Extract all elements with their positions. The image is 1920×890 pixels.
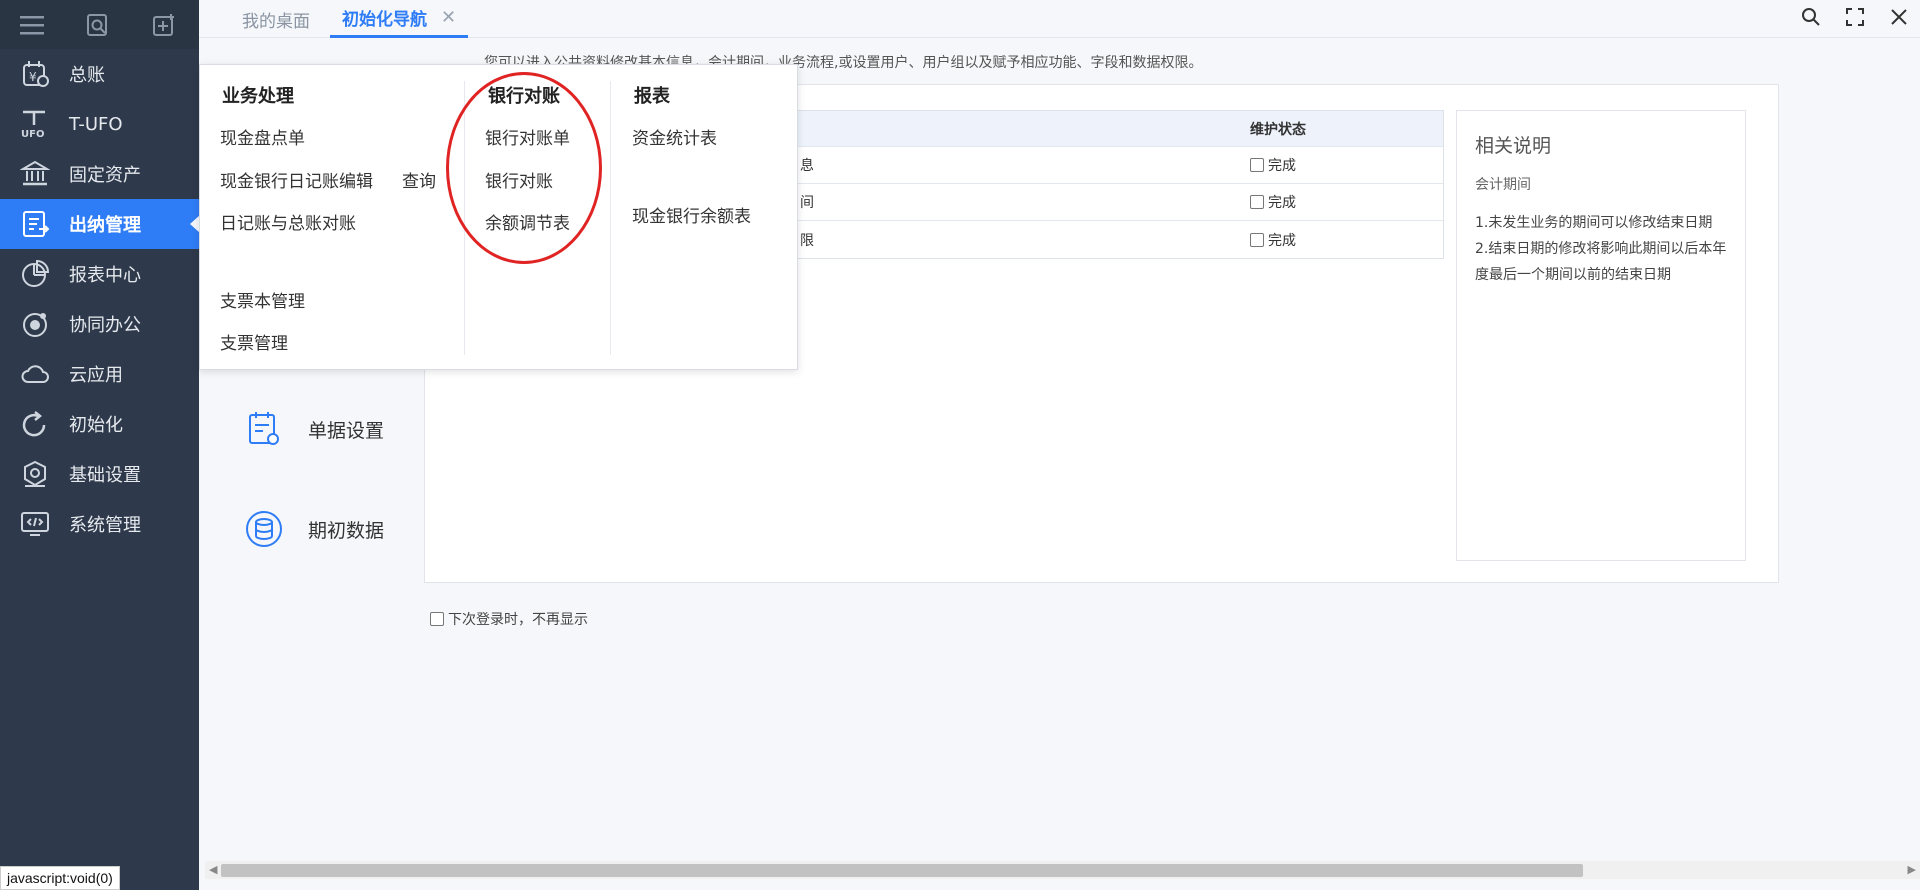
dont-show-label: 下次登录时，不再显示: [448, 612, 588, 628]
search-doc-icon[interactable]: [84, 11, 112, 39]
menu-item-checkbook[interactable]: 支票本管理: [220, 287, 305, 312]
sidebar-item-label: T-UFO: [69, 113, 123, 135]
done-checkbox[interactable]: [1250, 195, 1264, 209]
sidebar-item-general-ledger[interactable]: ¥ 总账: [0, 49, 199, 99]
menu-item-query[interactable]: 查询: [402, 167, 436, 192]
tab-label: 我的桌面: [242, 11, 310, 32]
notes-subtitle: 会计期间: [1475, 177, 1531, 193]
status-bar: javascript:void(0): [0, 866, 120, 890]
collab-icon: [17, 306, 53, 342]
svg-text:¥: ¥: [29, 70, 37, 84]
sidebar-item-collab-office[interactable]: 协同办公: [0, 299, 199, 349]
menu-icon[interactable]: [18, 11, 46, 39]
close-icon[interactable]: [1888, 6, 1910, 28]
dont-show-option[interactable]: 下次登录时，不再显示: [430, 609, 588, 629]
sidebar-item-label: 协同办公: [69, 315, 141, 336]
done-label: 完成: [1268, 195, 1296, 211]
menu-item-cash-bank-balance[interactable]: 现金银行余额表: [632, 202, 751, 227]
horizontal-scrollbar[interactable]: ◀ ▶: [205, 861, 1920, 879]
done-checkbox[interactable]: [1250, 158, 1264, 172]
notes-title: 相关说明: [1475, 135, 1552, 157]
sidebar-item-cloud-app[interactable]: 云应用: [0, 349, 199, 399]
header-state: 维护状态: [1250, 121, 1306, 138]
refresh-icon: [17, 406, 53, 442]
settings-icon: [17, 456, 53, 492]
state-cell: 完成: [1250, 230, 1443, 250]
sidebar: ¥ 总账 UFO T-UFO 固定资产 出纳管理 报表中心 协同办公 云应用 初…: [0, 0, 200, 890]
ledger-icon: ¥: [17, 56, 53, 92]
sidebar-item-system-management[interactable]: 系统管理: [0, 499, 199, 549]
card-label: 单据设置: [308, 419, 385, 442]
scrollbar-thumb[interactable]: [221, 864, 1583, 877]
menu-heading-report: 报表: [634, 86, 670, 107]
sidebar-item-label: 系统管理: [69, 515, 141, 536]
sidebar-item-basic-settings[interactable]: 基础设置: [0, 449, 199, 499]
sidebar-item-report-center[interactable]: 报表中心: [0, 249, 199, 299]
related-notes-panel: 相关说明 会计期间 1.未发生业务的期间可以修改结束日期 2.结束日期的修改将影…: [1456, 110, 1746, 561]
system-icon: [17, 506, 53, 542]
cloud-icon: [17, 356, 53, 392]
sidebar-item-label: 总账: [69, 65, 105, 86]
sidebar-item-label: 云应用: [69, 365, 123, 386]
sidebar-item-label: 基础设置: [69, 465, 141, 486]
highlight-circle: [446, 72, 602, 264]
menu-item-fund-stats[interactable]: 资金统计表: [632, 124, 717, 149]
state-cell: 完成: [1250, 155, 1443, 175]
tab-init-navigation[interactable]: 初始化导航 ✕: [330, 0, 469, 38]
sidebar-item-label: 初始化: [69, 415, 123, 436]
bank-icon: [17, 156, 53, 192]
state-cell: 完成: [1250, 192, 1443, 212]
menu-divider: [610, 81, 611, 355]
dont-show-checkbox[interactable]: [430, 612, 444, 626]
ufo-icon: UFO: [17, 106, 53, 142]
card-document-settings[interactable]: 单据设置: [244, 409, 384, 449]
sidebar-item-label: 固定资产: [69, 165, 141, 186]
sidebar-item-label: 报表中心: [69, 265, 141, 286]
window-actions: [1800, 0, 1910, 34]
card-opening-data[interactable]: 期初数据: [244, 509, 384, 549]
menu-item-check-management[interactable]: 支票管理: [220, 329, 288, 354]
database-icon: [244, 509, 284, 549]
menu-item-journal-edit[interactable]: 现金银行日记账编辑: [220, 167, 373, 192]
sidebar-toolbar: [0, 0, 199, 49]
sidebar-item-label: 出纳管理: [69, 215, 141, 236]
tab-my-desktop[interactable]: 我的桌面: [242, 0, 310, 38]
search-icon[interactable]: [1800, 6, 1822, 28]
close-tab-icon[interactable]: ✕: [441, 7, 456, 28]
notes-paragraph-2: 2.结束日期的修改将影响此期间以后本年度最后一个期间以前的结束日期: [1475, 241, 1727, 283]
svg-text:UFO: UFO: [21, 129, 44, 139]
cashier-icon: [17, 206, 53, 242]
card-label: 期初数据: [308, 519, 385, 542]
sidebar-item-cashier[interactable]: 出纳管理: [0, 199, 200, 249]
done-label: 完成: [1268, 158, 1296, 174]
scroll-left-icon[interactable]: ◀: [209, 863, 217, 876]
fullscreen-icon[interactable]: [1844, 6, 1866, 28]
scroll-right-icon[interactable]: ▶: [1908, 863, 1916, 876]
sidebar-item-t-ufo[interactable]: UFO T-UFO: [0, 99, 199, 149]
done-checkbox[interactable]: [1250, 232, 1264, 247]
tab-bar: 我的桌面 初始化导航 ✕: [199, 0, 1920, 38]
notes-paragraph-1: 1.未发生业务的期间可以修改结束日期: [1475, 215, 1713, 231]
add-doc-icon[interactable]: [150, 11, 178, 39]
menu-item-journal-reconcile[interactable]: 日记账与总账对账: [220, 209, 356, 234]
done-label: 完成: [1268, 232, 1296, 249]
pie-chart-icon: [17, 256, 53, 292]
menu-item-cash-count[interactable]: 现金盘点单: [220, 124, 305, 149]
sidebar-item-fixed-assets[interactable]: 固定资产: [0, 149, 199, 199]
sidebar-item-initialize[interactable]: 初始化: [0, 399, 199, 449]
document-settings-icon: [244, 409, 284, 449]
menu-heading-business: 业务处理: [222, 86, 294, 107]
tab-label: 初始化导航: [342, 10, 427, 30]
